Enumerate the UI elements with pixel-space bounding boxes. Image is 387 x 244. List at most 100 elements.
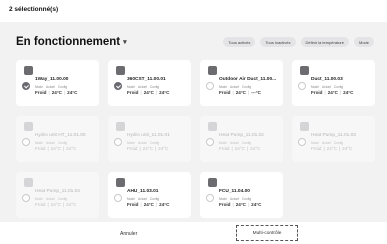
device-labels: Mode Actuel Config (219, 85, 251, 89)
actuel-label: Actuel (45, 197, 55, 201)
status-dropdown[interactable]: En fonctionnement ▾ (16, 36, 127, 48)
config-label: Config (241, 85, 252, 89)
mode-button[interactable]: Mode (353, 37, 374, 47)
device-labels: Mode Actuel Config (35, 141, 67, 145)
mode-value: Froid (311, 90, 323, 95)
value-divider: | (247, 202, 250, 207)
actuel-label: Actuel (321, 85, 331, 89)
config-temp: 24°C (67, 90, 78, 95)
select-checkbox[interactable] (22, 82, 30, 90)
select-checkbox[interactable] (114, 194, 122, 202)
device-values: Froid | 24°C | 24°C (127, 146, 168, 151)
cancel-button[interactable]: Annuler (120, 231, 137, 237)
actual-temp: 24°C (326, 146, 337, 151)
mode-label: Mode (127, 141, 135, 145)
mode-label: Mode (219, 141, 227, 145)
actual-temp: 24°C (51, 90, 62, 95)
device-card[interactable]: 1Way_11.00.00 Mode Actuel Config Froid |… (16, 60, 99, 106)
device-labels: Mode Actuel Config (311, 141, 343, 145)
value-divider: | (154, 146, 157, 151)
device-card[interactable]: Duct_11.00.03 Mode Actuel Config Froid |… (292, 60, 375, 106)
actuel-label: Actuel (137, 85, 147, 89)
actuel-label: Actuel (229, 141, 239, 145)
filter-all-off-button[interactable]: Tous inactivés (260, 37, 296, 47)
device-icon (208, 178, 217, 187)
device-name: Outdoor Air Duct_11.00... (219, 77, 277, 82)
config-temp: 24°C (342, 146, 353, 151)
device-card[interactable]: FCU_11.04.00 Mode Actuel Config Froid | … (200, 172, 283, 218)
bottom-bar: Annuler Multi-contrôle (0, 222, 387, 244)
device-card[interactable]: Heat Pump_11.01.03 Mode Actuel Config Fr… (292, 116, 375, 162)
mode-value: Froid (127, 90, 139, 95)
mode-label: Mode (311, 141, 319, 145)
filter-bar: Tous activés Tous inactivés Définir la t… (223, 37, 374, 47)
select-checkbox[interactable] (206, 82, 214, 90)
device-card[interactable]: 360CST_11.00.01 Mode Actuel Config Froid… (108, 60, 191, 106)
config-label: Config (57, 197, 68, 201)
set-temperature-button[interactable]: Définir la température (300, 37, 349, 47)
device-card[interactable]: AHU_11.03.01 Mode Actuel Config Froid | … (108, 172, 191, 218)
multi-control-button[interactable]: Multi-contrôle (236, 225, 298, 241)
mode-label: Mode (219, 85, 227, 89)
value-divider: | (62, 202, 65, 207)
device-values: Froid | 24°C | 24°C (219, 202, 261, 207)
config-label: Config (333, 85, 344, 89)
device-labels: Mode Actuel Config (219, 197, 251, 201)
mode-value: Froid (35, 202, 46, 207)
mode-value: Froid (219, 202, 231, 207)
value-divider: | (62, 146, 65, 151)
value-divider: | (338, 146, 341, 151)
select-checkbox[interactable] (22, 194, 30, 202)
device-icon (116, 178, 125, 187)
actuel-label: Actuel (229, 85, 239, 89)
select-checkbox[interactable] (298, 82, 306, 90)
device-values: Froid | 24°C | 24°C (35, 90, 77, 95)
mode-value: Froid (311, 146, 322, 151)
config-temp: 24°C (250, 146, 261, 151)
filter-all-on-button[interactable]: Tous activés (223, 37, 256, 47)
device-card[interactable]: Hydro unit HT_11.01.00 Mode Actuel Confi… (16, 116, 99, 162)
select-checkbox[interactable] (206, 138, 214, 146)
actuel-label: Actuel (229, 197, 239, 201)
device-icon (300, 122, 309, 131)
value-divider: | (140, 90, 142, 95)
select-checkbox[interactable] (22, 138, 30, 146)
select-checkbox[interactable] (114, 138, 122, 146)
actual-temp: 24°C (235, 202, 246, 207)
actual-temp: 24°C (143, 90, 154, 95)
device-icon (24, 122, 33, 131)
device-name: AHU_11.03.01 (127, 189, 159, 194)
config-temp: 24°C (251, 202, 262, 207)
actual-temp: 24°C (142, 146, 153, 151)
device-icon (116, 122, 125, 131)
device-card[interactable]: Outdoor Air Duct_11.00... Mode Actuel Co… (200, 60, 283, 106)
device-card[interactable]: Hydro unit_11.01.01 Mode Actuel Config F… (108, 116, 191, 162)
value-divider: | (246, 146, 249, 151)
value-divider: | (140, 202, 142, 207)
status-title: En fonctionnement (16, 36, 121, 48)
value-divider: | (155, 90, 158, 95)
actuel-label: Actuel (137, 141, 147, 145)
value-divider: | (232, 90, 234, 95)
select-checkbox[interactable] (298, 138, 306, 146)
select-checkbox[interactable] (114, 82, 122, 90)
mode-label: Mode (35, 85, 43, 89)
config-temp: 24°C (158, 146, 169, 151)
device-icon (208, 122, 217, 131)
device-values: Froid | 24°C | 24°C (219, 146, 260, 151)
select-checkbox[interactable] (206, 194, 214, 202)
device-labels: Mode Actuel Config (311, 85, 343, 89)
device-labels: Mode Actuel Config (35, 197, 67, 201)
config-label: Config (333, 141, 344, 145)
config-temp: 24°C (159, 90, 170, 95)
device-card[interactable]: Heat Pump_11.01.02 Mode Actuel Config Fr… (200, 116, 283, 162)
mode-label: Mode (311, 85, 319, 89)
device-name: Heat Pump_11.01.03 (311, 133, 356, 138)
main-area: En fonctionnement ▾ Tous activés Tous in… (0, 22, 387, 222)
device-card[interactable]: Heat Pump_11.01.04 Mode Actuel Config Fr… (16, 172, 99, 218)
device-name: Heat Pump_11.01.04 (35, 189, 80, 194)
mode-label: Mode (127, 197, 135, 201)
device-name: 1Way_11.00.00 (35, 77, 69, 82)
device-name: Heat Pump_11.01.02 (219, 133, 264, 138)
actuel-label: Actuel (45, 141, 55, 145)
